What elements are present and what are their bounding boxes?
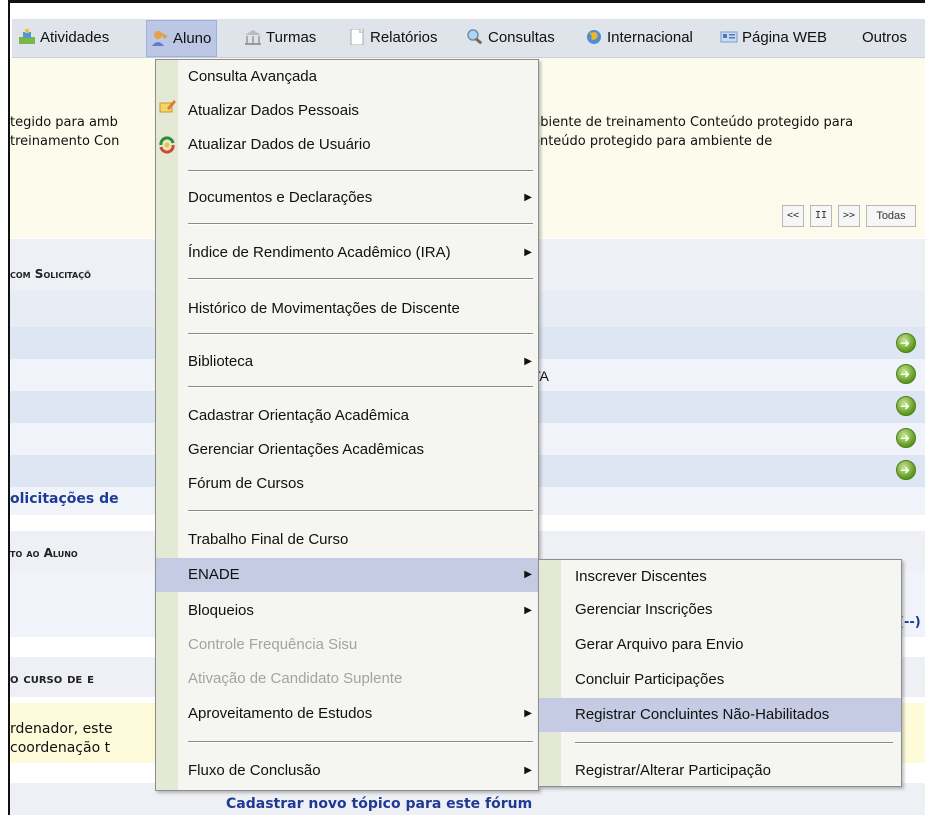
edit-personal-icon xyxy=(159,100,176,113)
menu-relatorios[interactable]: Relatórios xyxy=(348,19,438,57)
notice-text: treinamento Con xyxy=(10,134,120,149)
menu-item-controle-frequencia-sisu: Controle Frequência Sisu xyxy=(188,636,358,653)
menu-consultas[interactable]: Consultas xyxy=(466,19,555,57)
menu-separator xyxy=(188,741,533,743)
pager-first-button[interactable]: << xyxy=(782,205,804,227)
menu-separator xyxy=(188,170,533,172)
menu-outros[interactable]: Outros xyxy=(862,19,907,57)
submenu-arrow-icon: ▶ xyxy=(524,605,532,616)
submenu-arrow-icon: ▶ xyxy=(524,765,532,776)
go-arrow-icon[interactable] xyxy=(896,460,916,480)
menu-item-biblioteca[interactable]: Biblioteca ▶ xyxy=(156,345,538,379)
menu-label: Internacional xyxy=(607,29,693,46)
menu-atividades[interactable]: Atividades xyxy=(18,19,109,57)
menu-item-atualizar-dados-usuario[interactable]: Atualizar Dados de Usuário xyxy=(156,128,538,162)
menu-label: Atividades xyxy=(40,29,110,46)
browser-page: tegido para amb treinamento Con nbiente … xyxy=(8,0,925,815)
submenu-item-inscrever-discentes[interactable]: Inscrever Discentes xyxy=(539,560,901,594)
go-arrow-icon[interactable] xyxy=(896,428,916,448)
submenu-item-concluir-participacoes[interactable]: Concluir Participações xyxy=(539,663,901,697)
menu-item-enade[interactable]: ENADE ▶ xyxy=(156,558,538,592)
go-arrow-icon[interactable] xyxy=(896,333,916,353)
globe-icon xyxy=(587,30,601,44)
notice-text: nbiente de treinamento Conteúdo protegid… xyxy=(532,115,854,130)
main-menubar: Atividades Aluno Turmas Relatórios Consu… xyxy=(12,19,925,58)
notice-text: tegido para amb xyxy=(10,115,118,130)
submenu-arrow-icon: ▶ xyxy=(524,708,532,719)
submenu-arrow-icon: ▶ xyxy=(524,569,532,580)
classes-icon xyxy=(245,30,261,45)
submenu-arrow-icon: ▶ xyxy=(524,192,532,203)
menu-internacional[interactable]: Internacional xyxy=(585,19,693,57)
menu-item-consulta-avancada[interactable]: Consulta Avançada xyxy=(156,60,538,94)
menu-aluno[interactable]: Aluno xyxy=(146,20,218,57)
go-arrow-icon[interactable] xyxy=(896,396,916,416)
menu-label: Página WEB xyxy=(742,29,828,46)
solicitacoes-link[interactable]: olicitações de xyxy=(10,491,119,507)
user-update-icon xyxy=(159,136,175,154)
notice-text: onteúdo protegido para ambiente de xyxy=(532,134,773,149)
forum-text: coordenação t xyxy=(10,740,111,756)
menu-separator xyxy=(575,742,893,744)
menu-item-forum-cursos[interactable]: Fórum de Cursos xyxy=(156,467,538,501)
menu-item-historico-movimentacoes[interactable]: Histórico de Movimentações de Discente xyxy=(156,292,538,326)
web-page-icon xyxy=(720,31,738,43)
submenu-item-gerenciar-inscricoes[interactable]: Gerenciar Inscrições xyxy=(539,593,901,627)
pager: << II >> Todas xyxy=(782,205,922,227)
search-icon xyxy=(467,29,483,45)
submenu-item-registrar-alterar-participacao[interactable]: Registrar/Alterar Participação xyxy=(539,754,901,788)
menu-label: Aluno xyxy=(173,30,212,47)
submenu-item-gerar-arquivo[interactable]: Gerar Arquivo para Envio xyxy=(539,628,901,662)
section-title: o curso de e xyxy=(10,671,94,687)
forum-text: rdenador, este xyxy=(10,721,113,737)
menu-turmas[interactable]: Turmas xyxy=(244,19,316,57)
go-arrow-icon[interactable] xyxy=(896,364,916,384)
menu-item-fluxo-conclusao[interactable]: Fluxo de Conclusão ▶ xyxy=(156,754,538,788)
pager-pause-button[interactable]: II xyxy=(810,205,832,227)
submenu-item-registrar-concluintes[interactable]: Registrar Concluintes Não-Habilitados xyxy=(539,698,901,732)
menu-item-ira[interactable]: Índice de Rendimento Acadêmico (IRA) ▶ xyxy=(156,236,538,270)
new-topic-link[interactable]: Cadastrar novo tópico para este fórum xyxy=(226,796,532,812)
menu-label: Relatórios xyxy=(370,29,438,46)
pager-all-button[interactable]: Todas xyxy=(866,205,916,227)
menu-label: Outros xyxy=(862,29,908,46)
menu-pagina-web[interactable]: Página WEB xyxy=(720,19,827,57)
menu-separator xyxy=(188,510,533,512)
menu-item-gerenciar-orientacoes[interactable]: Gerenciar Orientações Acadêmicas xyxy=(156,433,538,467)
menu-label: Consultas xyxy=(488,29,555,46)
menu-item-ativacao-candidato-suplente: Ativação de Candidato Suplente xyxy=(188,670,403,687)
menu-item-aproveitamento-estudos[interactable]: Aproveitamento de Estudos ▶ xyxy=(156,697,538,731)
menu-separator xyxy=(188,223,533,225)
menu-item-bloqueios[interactable]: Bloqueios ▶ xyxy=(156,594,538,628)
reports-icon xyxy=(350,29,364,45)
menu-item-cadastrar-orientacao[interactable]: Cadastrar Orientação Acadêmica xyxy=(156,399,538,433)
section-title: com Solicitaçõ xyxy=(10,267,91,281)
menu-item-trabalho-final[interactable]: Trabalho Final de Curso xyxy=(156,523,538,557)
section-title: to ao Aluno xyxy=(10,546,78,560)
menu-separator xyxy=(188,333,533,335)
submenu-arrow-icon: ▶ xyxy=(524,356,532,367)
menu-item-documentos-declaracoes[interactable]: Documentos e Declarações ▶ xyxy=(156,181,538,215)
aluno-dropdown-menu: Consulta Avançada Atualizar Dados Pessoa… xyxy=(155,59,539,791)
student-icon xyxy=(152,31,168,46)
submenu-arrow-icon: ▶ xyxy=(524,247,532,258)
menu-item-atualizar-dados-pessoais[interactable]: Atualizar Dados Pessoais xyxy=(156,94,538,128)
enade-submenu: Inscrever Discentes Gerenciar Inscrições… xyxy=(538,559,902,787)
menu-separator xyxy=(188,278,533,280)
menu-label: Turmas xyxy=(266,29,317,46)
activities-icon xyxy=(19,29,35,44)
menu-separator xyxy=(188,386,533,388)
pager-next-button[interactable]: >> xyxy=(838,205,860,227)
